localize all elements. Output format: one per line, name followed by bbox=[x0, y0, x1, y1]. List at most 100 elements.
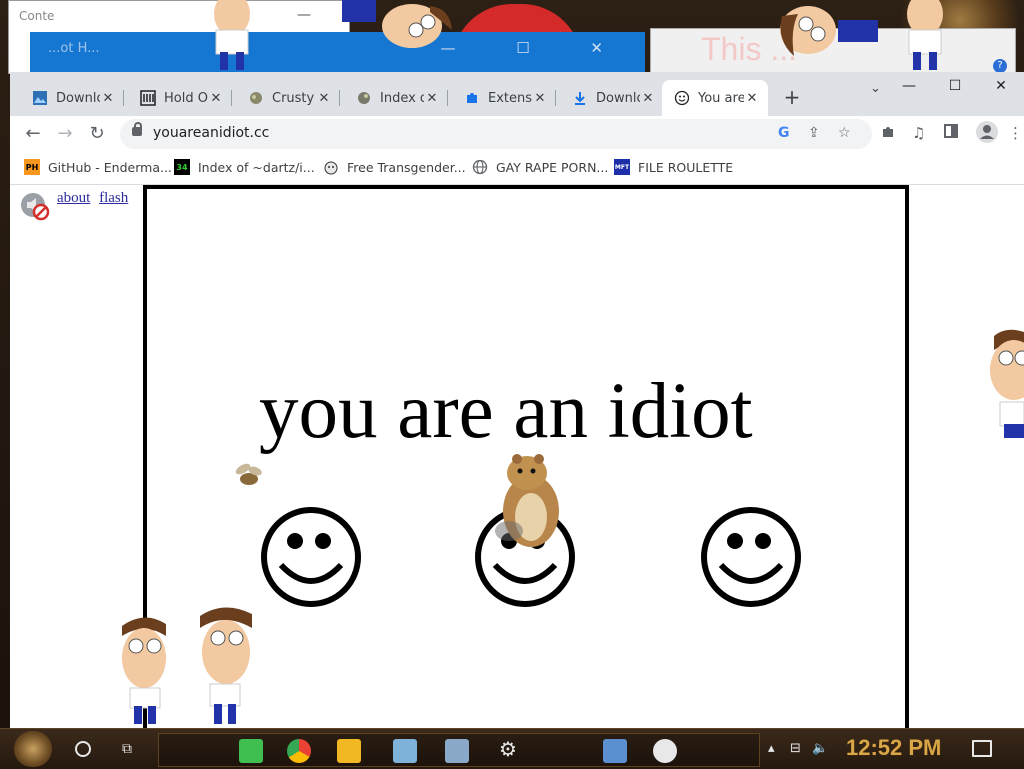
network-icon[interactable]: ⊟ bbox=[790, 741, 801, 756]
bookmark-file-roulette[interactable]: MFT FILE ROULETTE bbox=[614, 159, 733, 175]
settings-gear-icon[interactable]: ⚙ bbox=[499, 737, 517, 761]
back-arrow-icon[interactable]: ← bbox=[20, 121, 46, 147]
close-icon[interactable]: ✕ bbox=[316, 91, 332, 106]
speaker-muted-icon[interactable] bbox=[20, 191, 50, 221]
tab-separator bbox=[231, 90, 232, 106]
extensions-puzzle-icon[interactable] bbox=[880, 124, 896, 144]
reload-icon[interactable]: ↻ bbox=[84, 121, 110, 147]
cartoon-man-sprite bbox=[122, 617, 166, 724]
puzzle-favicon-icon bbox=[464, 90, 480, 106]
clock[interactable]: 12:52 PM bbox=[846, 735, 941, 761]
bookmark-label: GAY RAPE PORN... bbox=[496, 159, 609, 175]
menu-kebab-icon[interactable]: ⋮ bbox=[1008, 124, 1023, 142]
maximize-button[interactable]: ☐ bbox=[932, 72, 978, 100]
cartoon-man-sprite bbox=[200, 607, 252, 724]
chrome-icon[interactable] bbox=[287, 739, 311, 763]
hamster-sprite bbox=[495, 454, 559, 547]
background-holdon-window[interactable]: ...ot H... — ☐ ✕ bbox=[30, 32, 645, 72]
tray-overflow-icon[interactable]: ▴ bbox=[768, 741, 775, 756]
google-lens-icon[interactable]: G bbox=[778, 125, 790, 141]
bookmark-label: Index of ~dartz/i... bbox=[198, 159, 315, 175]
tab-title: Index o bbox=[380, 90, 424, 106]
bookmark-github[interactable]: PH GitHub - Enderma... bbox=[24, 159, 172, 175]
share-icon[interactable]: ⇪ bbox=[808, 125, 820, 141]
download-favicon-icon bbox=[572, 90, 588, 106]
bookmark-label: FILE ROULETTE bbox=[638, 159, 734, 175]
tab-index-of[interactable]: Index o ✕ bbox=[344, 84, 448, 112]
tab-separator bbox=[339, 90, 340, 106]
volume-muted-icon[interactable]: 🔈 bbox=[812, 741, 828, 756]
smiley-face-icon bbox=[261, 507, 361, 607]
address-bar[interactable]: youareanidiot.cc G ⇪ ☆ bbox=[120, 119, 872, 149]
file-explorer-icon[interactable] bbox=[337, 739, 361, 763]
tab-strip: Downloa ✕ Hold On ✕ Crusty ✕ Index o ✕ bbox=[10, 72, 1024, 116]
profile-avatar-icon[interactable] bbox=[976, 121, 998, 147]
tab-hold-on[interactable]: Hold On ✕ bbox=[128, 84, 232, 112]
holdon-window-controls[interactable]: — ☐ ✕ bbox=[440, 39, 631, 57]
media-control-icon[interactable]: ♫ bbox=[912, 124, 925, 142]
pinned-apps-area: ⚙ bbox=[158, 733, 760, 767]
close-icon[interactable]: ✕ bbox=[532, 91, 548, 106]
tab-title: Extensi bbox=[488, 90, 532, 106]
tab-separator bbox=[447, 90, 448, 106]
close-icon[interactable]: ✕ bbox=[640, 91, 656, 106]
calculator-icon[interactable] bbox=[445, 739, 469, 763]
holdon-window-title: ...ot H... bbox=[48, 41, 100, 56]
virtualbox-icon[interactable] bbox=[393, 739, 417, 763]
close-icon[interactable]: ✕ bbox=[744, 91, 760, 106]
bookmark-gay[interactable]: GAY RAPE PORN... bbox=[472, 159, 608, 175]
cartoon-man-sprite bbox=[214, 0, 250, 70]
cartoon-man-sprite bbox=[990, 329, 1024, 438]
close-icon[interactable]: ✕ bbox=[100, 91, 116, 106]
tab-downloads-2[interactable]: Downlo ✕ bbox=[560, 84, 664, 112]
idiot-frame: you are an idiot bbox=[143, 185, 909, 728]
start-button[interactable] bbox=[14, 731, 52, 767]
tab-downloads-1[interactable]: Downloa ✕ bbox=[20, 84, 124, 112]
bookmark-label: Free Transgender... bbox=[347, 159, 466, 175]
cartoon-man-sprite-rotated bbox=[342, 0, 452, 48]
background-minimize-icon[interactable]: — bbox=[297, 7, 311, 23]
tab-title: Crusty bbox=[272, 90, 315, 106]
fly-sprite bbox=[235, 463, 262, 485]
crusty-favicon-icon bbox=[248, 90, 264, 106]
side-panel-icon[interactable] bbox=[944, 124, 958, 142]
flash-link[interactable]: flash bbox=[99, 190, 128, 206]
smiley-favicon-icon bbox=[674, 90, 690, 106]
cartoon-man-sprite bbox=[907, 0, 943, 70]
tab-extensions[interactable]: Extensi ✕ bbox=[452, 84, 556, 112]
about-link[interactable]: about bbox=[57, 190, 90, 206]
bookmarks-bar: PH GitHub - Enderma... 34 Index of ~dart… bbox=[10, 152, 1024, 185]
tab-crusty[interactable]: Crusty ✕ bbox=[236, 84, 340, 112]
tab-separator bbox=[555, 90, 556, 106]
browser-toolbar: ← → ↻ youareanidiot.cc G ⇪ ☆ ♫ ⋮ bbox=[10, 116, 1024, 152]
tab-title: Downloa bbox=[56, 90, 100, 106]
task-view-icon[interactable]: ⧉ bbox=[122, 741, 132, 757]
bookmark-star-icon[interactable]: ☆ bbox=[838, 125, 851, 141]
bookmark-index-dartz[interactable]: 34 Index of ~dartz/i... bbox=[174, 159, 315, 175]
lock-icon[interactable] bbox=[132, 122, 142, 136]
close-button[interactable]: ✕ bbox=[978, 72, 1024, 100]
forward-arrow-icon[interactable]: → bbox=[52, 121, 78, 147]
notes-app-icon[interactable] bbox=[239, 739, 263, 763]
bookmark-free-transgender[interactable]: Free Transgender... bbox=[323, 159, 466, 175]
url-text[interactable]: youareanidiot.cc bbox=[153, 125, 269, 141]
cortana-circle-icon[interactable] bbox=[75, 741, 91, 757]
close-icon[interactable]: ✕ bbox=[424, 91, 440, 106]
close-icon[interactable]: ✕ bbox=[208, 91, 224, 106]
taskbar: ⧉ ⚙ ▴ ⊟ 🔈 12:52 PM bbox=[0, 728, 1024, 769]
tab-title: Downlo bbox=[596, 90, 640, 106]
new-tab-button[interactable]: + bbox=[780, 85, 804, 109]
index-34-favicon-icon: 34 bbox=[174, 159, 190, 175]
tab-you-are-an-idiot[interactable]: You are ✕ bbox=[662, 80, 768, 116]
ph-favicon-icon: PH bbox=[24, 159, 40, 175]
minimize-button[interactable]: — bbox=[886, 72, 932, 100]
notification-center-icon[interactable] bbox=[972, 740, 992, 757]
help-icon[interactable]: ? bbox=[993, 59, 1007, 73]
tab-search-chevron-icon[interactable]: ⌄ bbox=[870, 81, 881, 96]
remote-desktop-icon[interactable] bbox=[603, 739, 627, 763]
headline: you are an idiot bbox=[259, 368, 753, 455]
feedback-help-icon[interactable] bbox=[653, 739, 677, 763]
cartoon-man-sprite-rotated bbox=[780, 6, 878, 56]
index-favicon-icon bbox=[356, 90, 372, 106]
dog-favicon-icon bbox=[323, 159, 339, 175]
